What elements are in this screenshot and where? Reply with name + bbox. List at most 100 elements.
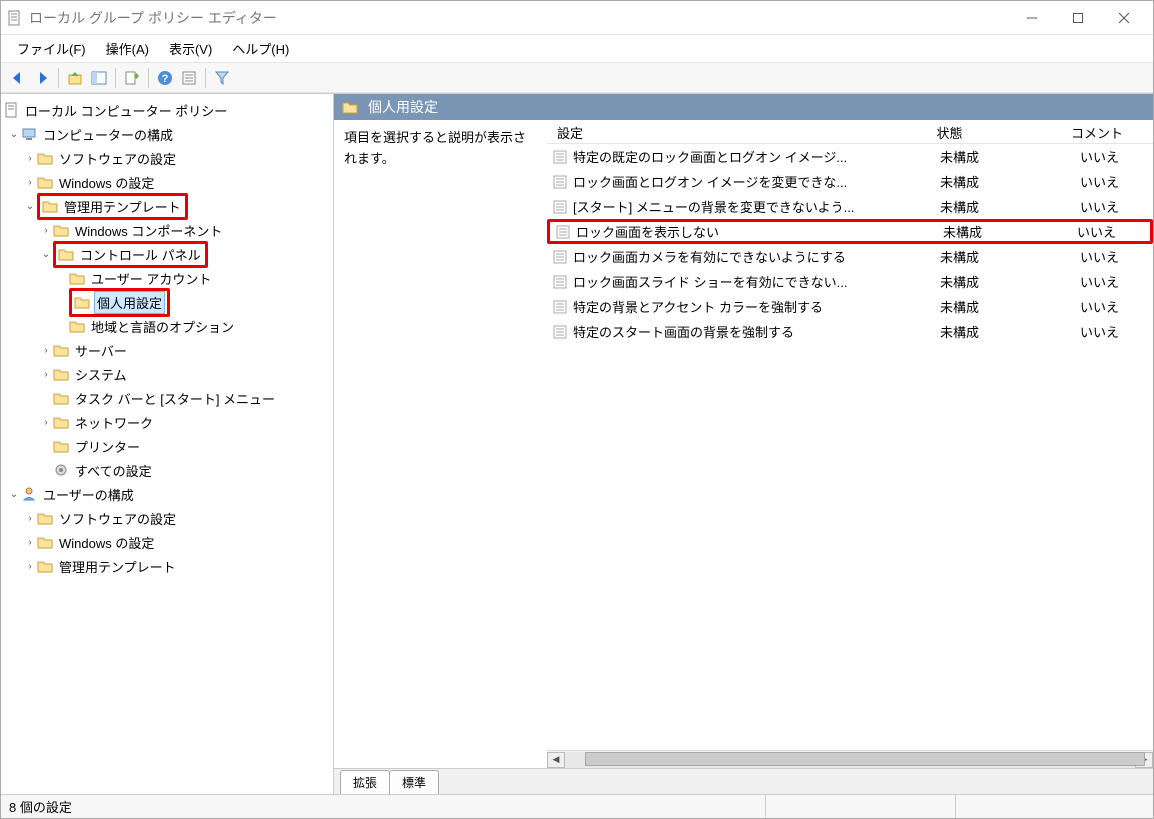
menu-file[interactable]: ファイル(F) [7,35,96,62]
help-button[interactable]: ? [154,67,176,89]
separator [58,68,59,88]
minimize-button[interactable] [1009,3,1055,33]
scroll-left-button[interactable]: ◀ [547,752,565,768]
collapse-icon[interactable]: ⌄ [7,129,21,140]
tree-control-panel[interactable]: ⌄ コントロール パネル [1,242,333,266]
maximize-button[interactable] [1055,3,1101,33]
list-row[interactable]: ロック画面とログオン イメージを変更できな...未構成いいえ [547,169,1153,194]
setting-icon [553,275,567,289]
folder-icon [342,99,358,115]
tree-admin-templates[interactable]: ⌄ 管理用テンプレート [1,194,333,218]
setting-name: ロック画面カメラを有効にできないようにする [573,247,907,266]
folder-icon [53,414,69,430]
col-header-comment[interactable]: コメント [1002,120,1153,143]
back-button[interactable] [7,67,29,89]
tree-label: すべての設定 [73,460,154,481]
list-row[interactable]: 特定のスタート画面の背景を強制する未構成いいえ [547,319,1153,344]
expand-icon[interactable]: › [23,513,37,524]
folder-icon [69,318,85,334]
tree-label: ユーザーの構成 [41,484,136,505]
list-row[interactable]: ロック画面カメラを有効にできないようにする未構成いいえ [547,244,1153,269]
expand-icon[interactable]: › [39,225,53,236]
menu-action[interactable]: 操作(A) [96,35,159,62]
list-row[interactable]: [スタート] メニューの背景を変更できないよう...未構成いいえ [547,194,1153,219]
tree-personalization[interactable]: 個人用設定 [1,290,333,314]
expand-icon[interactable]: › [39,345,53,356]
list-row[interactable]: ロック画面スライド ショーを有効にできない...未構成いいえ [547,269,1153,294]
tab-standard[interactable]: 標準 [389,770,439,794]
tree-label: コンピューターの構成 [41,124,175,145]
tree-root[interactable]: ローカル コンピューター ポリシー [1,98,333,122]
tree-network[interactable]: › ネットワーク [1,410,333,434]
expand-icon[interactable]: › [23,177,37,188]
folder-icon [69,270,85,286]
col-header-state[interactable]: 状態 [897,120,1002,143]
tree-user-software[interactable]: › ソフトウェアの設定 [1,506,333,530]
tree-printers[interactable]: プリンター [1,434,333,458]
export-button[interactable] [121,67,143,89]
tree-server[interactable]: › サーバー [1,338,333,362]
scroll-thumb[interactable] [585,752,1145,766]
menu-view[interactable]: 表示(V) [159,35,222,62]
forward-button[interactable] [31,67,53,89]
tree-user-accounts[interactable]: ユーザー アカウント [1,266,333,290]
setting-comment: いいえ [1012,197,1153,216]
close-button[interactable] [1101,3,1147,33]
horizontal-scrollbar[interactable]: ◀ ▶ [547,750,1153,768]
tree-windows-settings[interactable]: › Windows の設定 [1,170,333,194]
expand-icon[interactable]: › [39,369,53,380]
folder-icon [37,558,53,574]
col-header-setting[interactable]: 設定 [547,120,897,143]
expand-icon[interactable]: › [23,561,37,572]
list-row[interactable]: 特定の既定のロック画面とログオン イメージ...未構成いいえ [547,144,1153,169]
tree-software-settings[interactable]: › ソフトウェアの設定 [1,146,333,170]
show-hide-tree-button[interactable] [88,67,110,89]
collapse-icon[interactable]: ⌄ [7,489,21,500]
setting-icon [553,175,567,189]
folder-icon [37,150,53,166]
setting-state: 未構成 [907,147,1012,166]
setting-name: ロック画面スライド ショーを有効にできない... [573,272,907,291]
collapse-icon[interactable]: ⌄ [39,249,53,260]
expand-icon[interactable]: › [23,153,37,164]
tree-label: ローカル コンピューター ポリシー [23,100,229,121]
tree-user-config[interactable]: ⌄ ユーザーの構成 [1,482,333,506]
tree-pane[interactable]: ローカル コンピューター ポリシー ⌄ コンピューターの構成 › ソフトウェアの… [1,94,334,794]
tree-label: 管理用テンプレート [62,196,183,217]
scroll-track[interactable] [565,752,1135,768]
toolbar: ? [1,63,1153,93]
up-button[interactable] [64,67,86,89]
folder-icon [53,342,69,358]
setting-state: 未構成 [910,222,1015,241]
expand-icon[interactable]: › [39,417,53,428]
folder-icon [53,390,69,406]
tree-all-settings[interactable]: すべての設定 [1,458,333,482]
tree-taskbar-start[interactable]: タスク バーと [スタート] メニュー [1,386,333,410]
folder-icon [53,438,69,454]
tree-label: ネットワーク [73,412,155,433]
tree-system[interactable]: › システム [1,362,333,386]
filter-button[interactable] [211,67,233,89]
setting-comment: いいえ [1012,247,1153,266]
setting-state: 未構成 [907,272,1012,291]
collapse-icon[interactable]: ⌄ [23,201,37,212]
list-row[interactable]: ロック画面を表示しない未構成いいえ [547,219,1153,244]
tree-label: Windows コンポーネント [73,220,224,241]
status-cell [765,795,955,818]
setting-icon [553,250,567,264]
menu-help[interactable]: ヘルプ(H) [222,35,299,62]
setting-icon [556,225,570,239]
computer-icon [21,126,37,142]
tab-extended[interactable]: 拡張 [340,770,390,794]
tree-region-language[interactable]: 地域と言語のオプション [1,314,333,338]
tree-user-windows[interactable]: › Windows の設定 [1,530,333,554]
tree-label: Windows の設定 [57,172,156,193]
tree-label: Windows の設定 [57,532,156,553]
tree-user-admin[interactable]: › 管理用テンプレート [1,554,333,578]
tree-windows-components[interactable]: › Windows コンポーネント [1,218,333,242]
properties-button[interactable] [178,67,200,89]
list-row[interactable]: 特定の背景とアクセント カラーを強制する未構成いいえ [547,294,1153,319]
folder-icon [53,366,69,382]
tree-computer-config[interactable]: ⌄ コンピューターの構成 [1,122,333,146]
expand-icon[interactable]: › [23,537,37,548]
